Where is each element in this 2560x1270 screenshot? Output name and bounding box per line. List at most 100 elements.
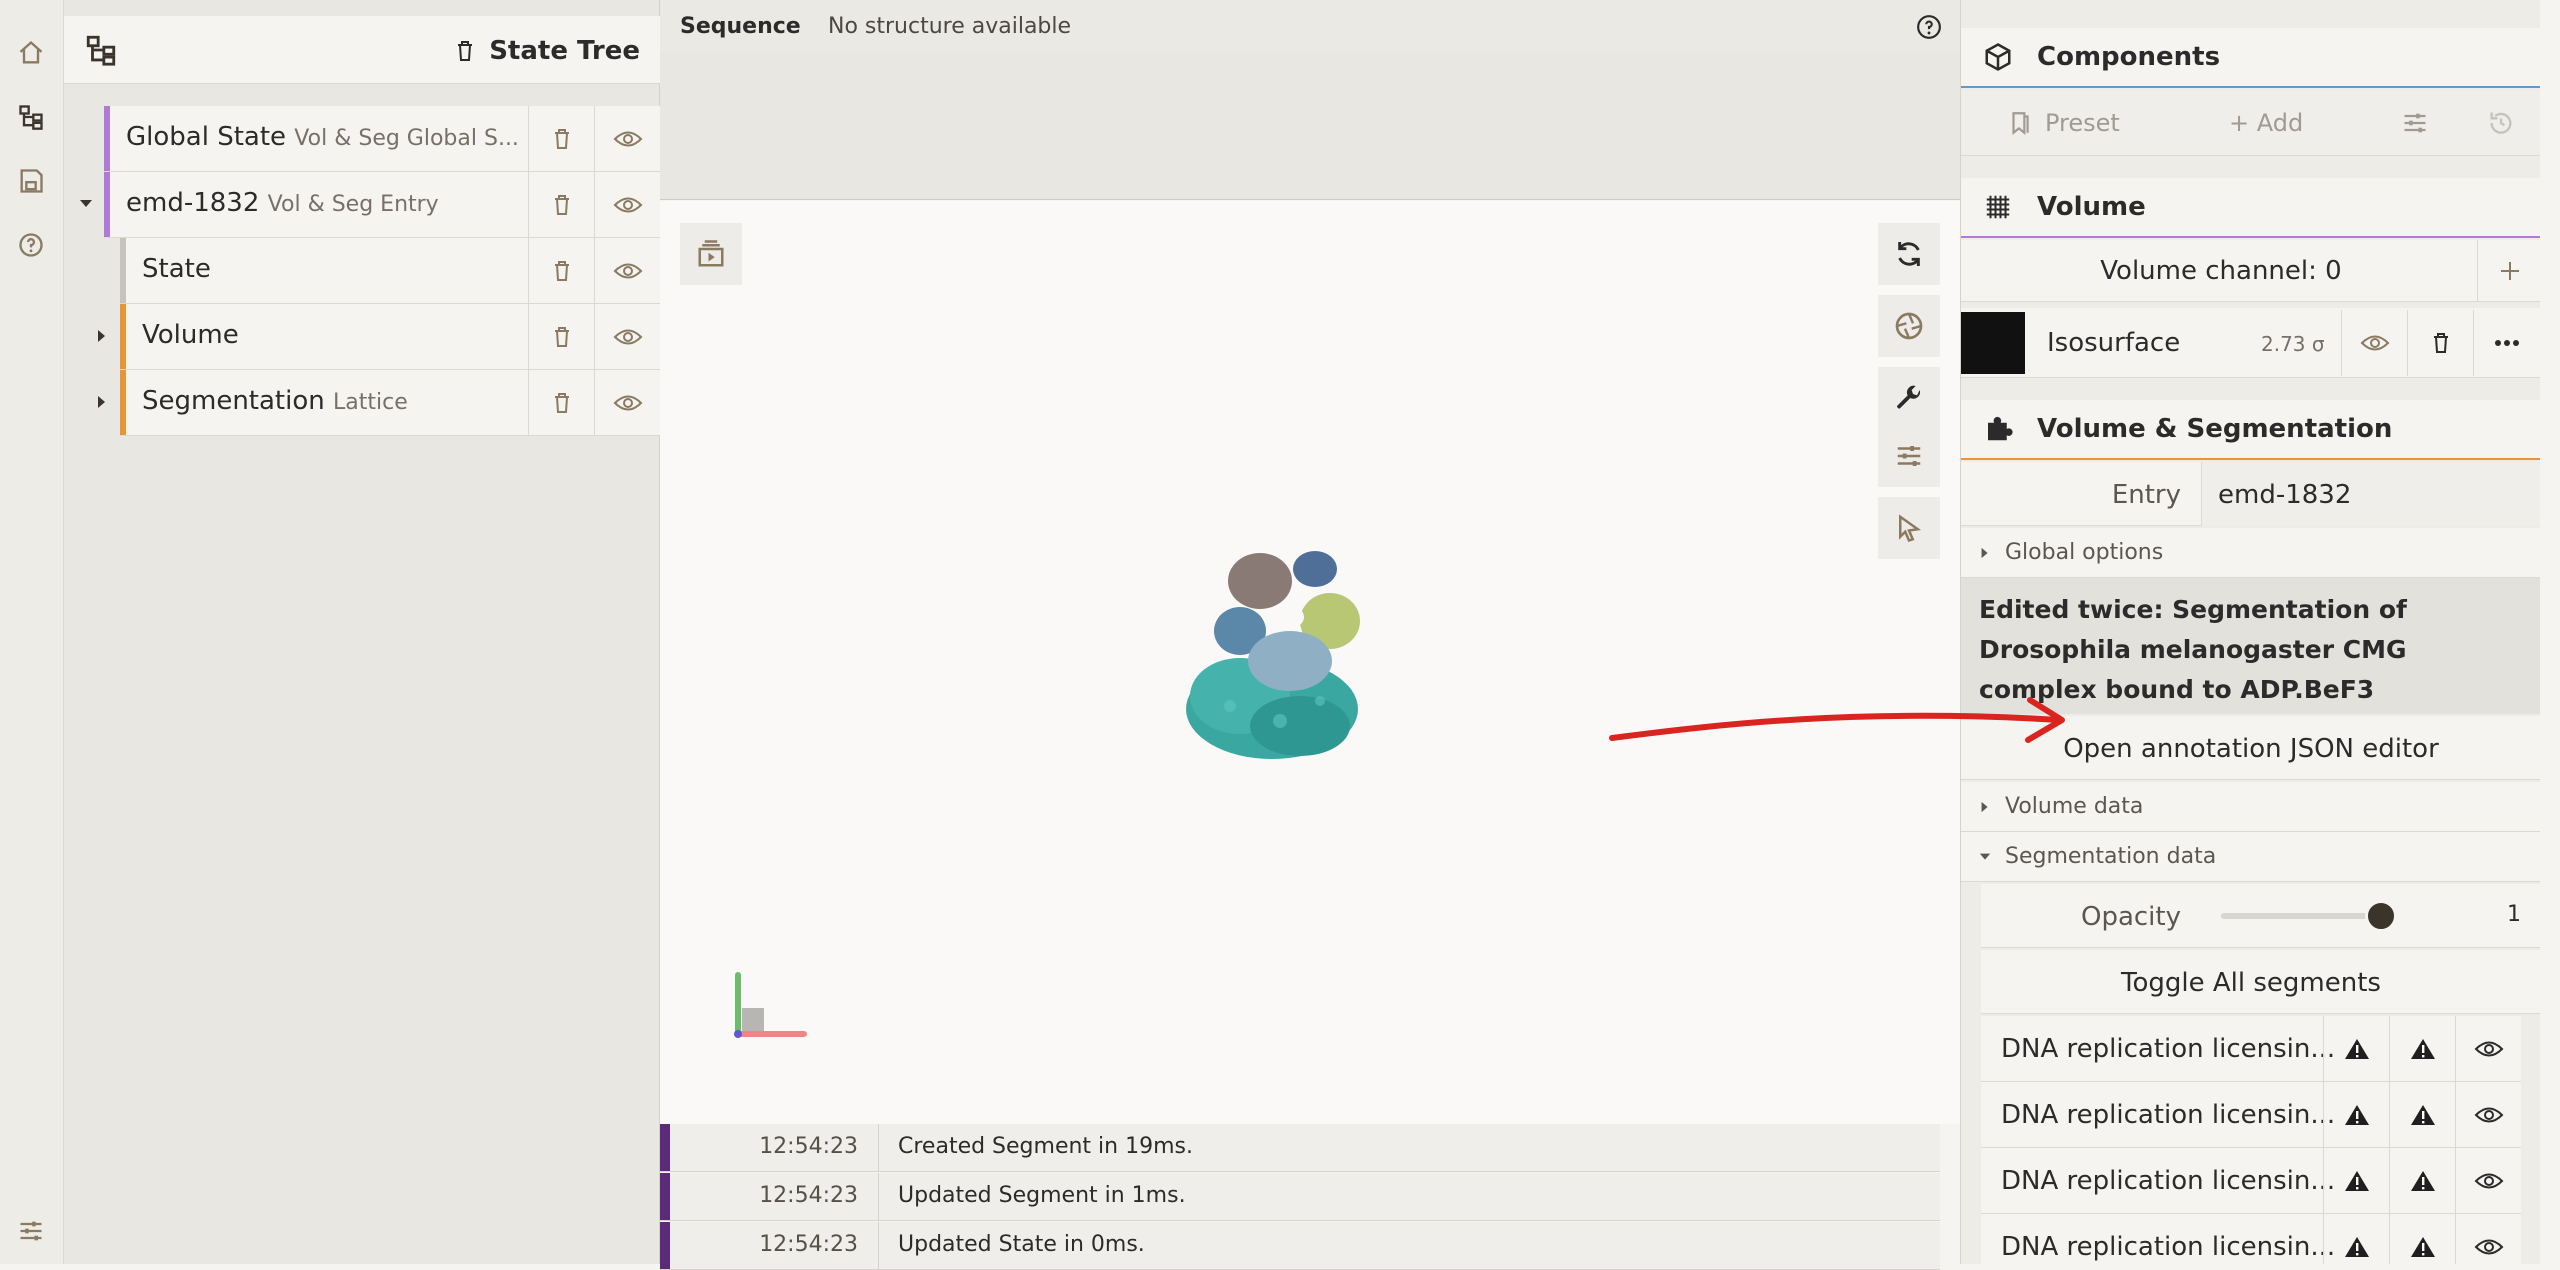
home-icon[interactable] [14,36,48,70]
tree-node-state[interactable]: State [120,238,660,304]
representation-row[interactable]: Isosurface 2.73 σ [1961,308,2540,378]
expand-caret-icon [1981,801,1988,812]
volume-data-toggle[interactable]: Volume data [1961,782,2540,832]
node-color-bar [104,172,110,237]
more-icon [2494,340,2519,346]
entry-select[interactable]: emd-1832 [2201,462,2540,526]
animation-icon[interactable] [680,223,742,285]
selection-mode-icon[interactable] [1878,497,1940,559]
delete-representation-button[interactable] [2407,310,2473,376]
eye-icon[interactable] [2455,1148,2521,1214]
segment-row[interactable]: DNA replication licensin... [1981,1016,2521,1082]
tree-node-segmentation[interactable]: Segmentation Lattice [120,370,660,436]
help-icon[interactable] [14,228,48,262]
help-icon[interactable] [1916,14,1942,40]
wrench-icon[interactable] [1878,367,1940,429]
tree-icon[interactable] [14,100,48,134]
global-options-toggle[interactable]: Global options [1961,528,2540,578]
opacity-row: Opacity 1 [1981,884,2540,948]
plus-icon [2500,262,2519,280]
warning-icon[interactable] [2323,1082,2389,1148]
history-icon[interactable] [2487,96,2515,150]
warning-icon[interactable] [2323,1148,2389,1214]
opacity-slider-thumb[interactable] [2365,900,2397,932]
clear-state-tree-button[interactable]: State Tree [453,36,640,66]
log-entry: 12:54:23 Created Segment in 19ms. [660,1124,1940,1172]
tree-node-label: Global State Vol & Seg Global S... [126,122,519,152]
delete-node-button[interactable] [528,370,594,436]
toggle-visibility-button[interactable] [594,304,660,370]
settings-icon[interactable] [14,1214,48,1248]
trash-icon [2433,333,2448,353]
warning-icon[interactable] [2389,1148,2455,1214]
representation-name: Isosurface [2047,328,2181,358]
segment-row[interactable]: DNA replication licensin... [1981,1082,2521,1148]
segment-name: DNA replication licensin... [2001,1100,2336,1130]
segment-row[interactable]: DNA replication licensin... [1981,1214,2521,1264]
toggle-visibility-button[interactable] [594,238,660,304]
open-json-editor-button[interactable]: Open annotation JSON editor [1961,716,2540,780]
warning-icon[interactable] [2323,1214,2389,1264]
log-entry: 12:54:23 Updated State in 0ms. [660,1222,1940,1270]
tree-icon[interactable] [84,33,118,67]
controls-icon[interactable] [1878,425,1940,487]
toggle-visibility-button[interactable] [594,106,660,172]
delete-node-button[interactable] [528,106,594,172]
toggle-visibility-button[interactable] [594,172,660,238]
sequence-panel: Sequence No structure available [660,0,1960,200]
representation-color-swatch[interactable] [1961,312,2025,374]
expand-caret-icon[interactable] [90,390,114,414]
save-icon[interactable] [14,164,48,198]
collapse-caret-icon[interactable] [74,192,98,216]
reset-camera-icon[interactable] [1878,223,1940,285]
toggle-visibility-button[interactable] [2341,310,2407,376]
node-color-bar [120,238,126,303]
preset-button[interactable]: Preset [2007,96,2120,150]
segment-row[interactable]: DNA replication licensin... [1981,1148,2521,1214]
delete-node-button[interactable] [528,304,594,370]
toggle-visibility-button[interactable] [594,370,660,436]
volseg-title: Volume & Segmentation [2037,414,2393,444]
warning-icon[interactable] [2389,1082,2455,1148]
options-icon[interactable] [2401,96,2429,150]
eye-icon [613,263,642,279]
tree-node-emd-1832[interactable]: emd-1832 Vol & Seg Entry [104,172,660,238]
state-tree-panel: State Tree Global State Vol & Seg Global… [64,0,660,1264]
trash-icon [554,129,569,149]
tree-node-label: Volume [142,320,239,350]
volume-header: Volume [1961,178,2540,238]
warning-icon[interactable] [2389,1016,2455,1082]
delete-node-button[interactable] [528,172,594,238]
node-color-bar [104,106,110,171]
log-time: 12:54:23 [759,1183,858,1208]
log-message: Created Segment in 19ms. [898,1134,1193,1159]
opacity-slider[interactable] [2221,900,2397,932]
delete-node-button[interactable] [528,238,594,304]
warning-icon[interactable] [2389,1214,2455,1264]
volseg-header: Volume & Segmentation [1961,400,2540,460]
toggle-all-segments-button[interactable]: Toggle All segments [1981,950,2540,1014]
add-representation-button[interactable] [2477,240,2540,302]
expand-caret-icon[interactable] [90,324,114,348]
tree-node-global-state[interactable]: Global State Vol & Seg Global S... [104,106,660,172]
3d-viewport[interactable] [660,201,1960,1125]
isovalue: 2.73 σ [2261,332,2325,356]
eye-icon [613,329,642,345]
eye-icon[interactable] [2455,1082,2521,1148]
expand-caret-icon [1981,547,1988,558]
segmentation-data-toggle[interactable]: Segmentation data [1961,832,2540,882]
left-icon-rail [0,0,64,1264]
collapse-caret-icon [1979,853,1991,860]
screenshot-icon[interactable] [1878,295,1940,357]
components-header: Components [1961,28,2540,88]
eye-icon[interactable] [2455,1214,2521,1264]
add-component-button[interactable]: + Add [2229,96,2303,150]
tree-node-volume[interactable]: Volume [120,304,660,370]
eye-icon [613,197,642,213]
log-time: 12:54:23 [759,1134,858,1159]
warning-icon[interactable] [2323,1016,2389,1082]
tree-node-label: State [142,254,211,284]
eye-icon[interactable] [2455,1016,2521,1082]
more-options-button[interactable] [2473,310,2539,376]
cube-icon [1983,42,2013,72]
